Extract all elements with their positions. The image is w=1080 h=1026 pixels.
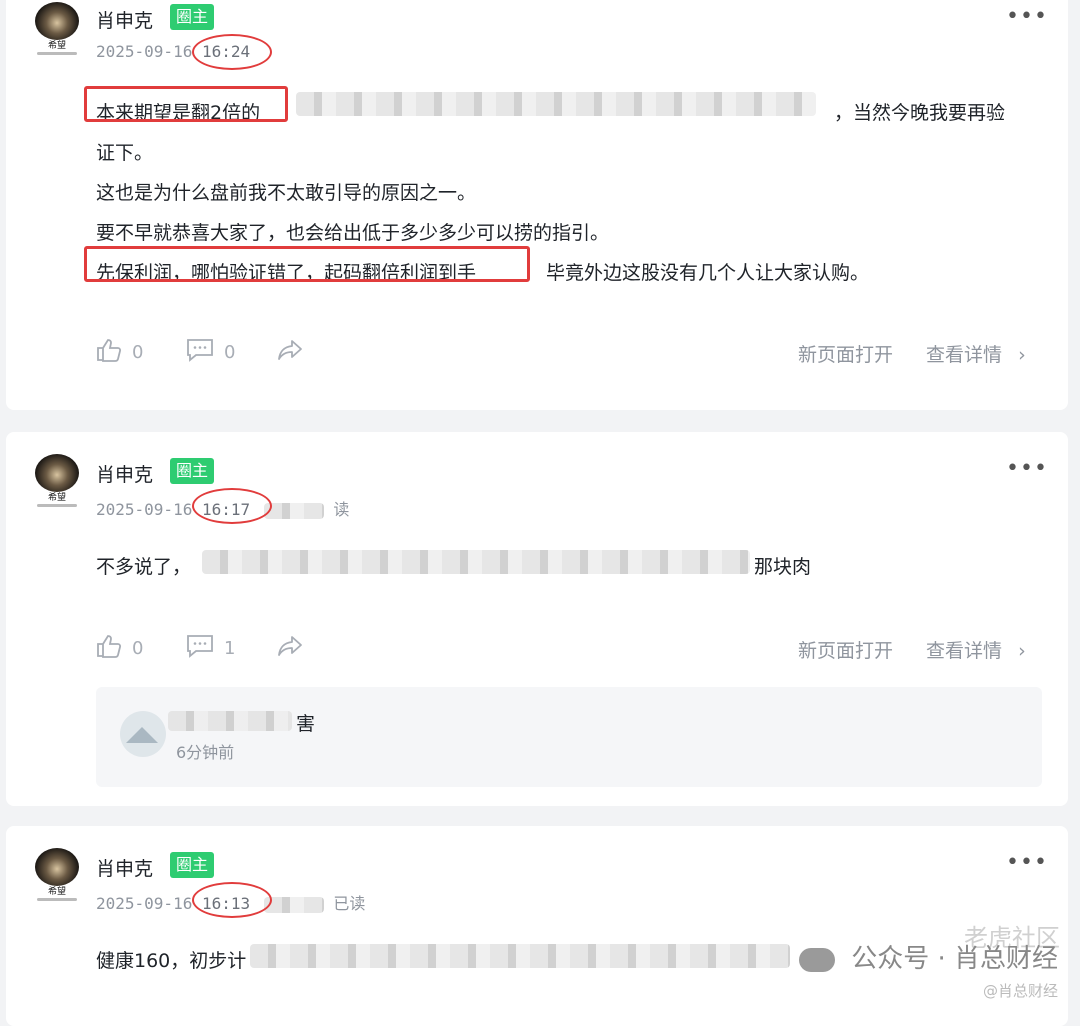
post-text-line: 要不早就恭喜大家了，也会给出低于多少多少可以捞的指引。 — [96, 222, 610, 244]
blurred-text — [168, 711, 292, 731]
more-options-button[interactable]: ••• — [1006, 458, 1047, 484]
avatar-caption: 希望 — [47, 493, 66, 503]
read-count: 已读 — [263, 894, 366, 913]
post-text-line: 这也是为什么盘前我不太敢引导的原因之一。 — [96, 182, 477, 204]
time-highlight-circle — [192, 34, 272, 70]
open-new-page-link[interactable]: 新页面打开 — [798, 636, 893, 663]
blurred-text — [296, 92, 816, 116]
post-date: 2025-09-16 — [96, 42, 193, 61]
avatar-caption: 希望 — [47, 887, 66, 897]
thumbs-up-icon — [96, 338, 122, 367]
comment-icon — [186, 338, 214, 367]
comment-time: 6分钟前 — [176, 743, 235, 762]
commenter-avatar — [120, 711, 166, 757]
comment-preview[interactable]: 害 6分钟前 — [96, 687, 1042, 787]
post-date: 2025-09-16 — [96, 894, 193, 913]
view-detail-link[interactable]: 查看详情 › — [926, 340, 1026, 367]
blurred-text — [263, 502, 324, 519]
author-name[interactable]: 肖申克 — [96, 6, 153, 33]
text-highlight-box — [84, 86, 288, 122]
comment-count: 1 — [224, 638, 236, 659]
avatar-subtext — [37, 504, 77, 507]
more-options-button[interactable]: ••• — [1006, 852, 1047, 878]
chevron-right-icon: › — [1018, 640, 1026, 662]
avatar[interactable]: 希望 — [32, 848, 82, 904]
like-button[interactable]: 0 — [96, 338, 143, 367]
view-detail-label: 查看详情 — [926, 640, 1003, 662]
wechat-account-watermark: 公众号 · 肖总财经 — [798, 938, 1058, 975]
like-button[interactable]: 0 — [96, 634, 143, 663]
chevron-right-icon: › — [1018, 344, 1026, 366]
avatar-image — [35, 2, 79, 40]
avatar-subtext — [37, 52, 77, 55]
like-count: 0 — [132, 638, 144, 659]
blurred-text — [202, 550, 750, 574]
author-handle-watermark: @肖总财经 — [982, 982, 1058, 1000]
share-icon — [276, 338, 304, 367]
more-options-button[interactable]: ••• — [1006, 6, 1047, 32]
comment-icon — [186, 634, 214, 663]
post-text-line: 毕竟外边这股没有几个人让大家认购。 — [546, 262, 870, 284]
text-highlight-box — [84, 246, 530, 282]
post-text-line: 证下。 — [96, 142, 154, 164]
blurred-text — [250, 944, 790, 968]
wechat-icon — [798, 947, 835, 972]
time-highlight-circle — [192, 488, 272, 524]
avatar-caption: 希望 — [47, 41, 66, 51]
comment-text: 害 — [296, 713, 316, 735]
comment-count: 0 — [224, 342, 236, 363]
avatar[interactable]: 希望 — [32, 2, 82, 58]
wechat-account-label: 公众号 · 肖总财经 — [851, 944, 1058, 974]
view-detail-label: 查看详情 — [926, 344, 1003, 366]
open-new-page-link[interactable]: 新页面打开 — [798, 340, 893, 367]
post-text-line: 健康160，初步计 — [96, 950, 247, 972]
time-highlight-circle — [192, 882, 272, 918]
owner-badge: 圈主 — [170, 852, 214, 878]
avatar-image — [35, 454, 79, 492]
share-button[interactable] — [276, 338, 304, 367]
post-text-line: ，当然今晚我要再验 — [834, 102, 1006, 124]
post-card: 希望 肖申克 圈主 2025-09-16 16:13 已读 ••• 健康160，… — [6, 826, 1068, 1026]
owner-badge: 圈主 — [170, 458, 214, 484]
avatar-subtext — [37, 898, 77, 901]
author-name[interactable]: 肖申克 — [96, 854, 153, 881]
post-card: 希望 肖申克 圈主 2025-09-16 16:17 读 ••• 不多说了， 那… — [6, 432, 1068, 806]
view-detail-link[interactable]: 查看详情 › — [926, 636, 1026, 663]
comment-button[interactable]: 0 — [186, 338, 235, 367]
share-icon — [276, 634, 304, 663]
read-label: 已读 — [333, 894, 366, 913]
avatar[interactable]: 希望 — [32, 454, 82, 510]
post-text-line: 那块肉 — [754, 556, 812, 578]
post-date: 2025-09-16 — [96, 500, 193, 519]
thumbs-up-icon — [96, 634, 122, 663]
owner-badge: 圈主 — [170, 4, 214, 30]
read-label: 读 — [333, 500, 350, 519]
read-count: 读 — [263, 500, 350, 519]
comment-button[interactable]: 1 — [186, 634, 235, 663]
like-count: 0 — [132, 342, 144, 363]
post-text-line: 不多说了， — [96, 556, 192, 578]
author-name[interactable]: 肖申克 — [96, 460, 153, 487]
avatar-image — [35, 848, 79, 886]
blurred-text — [263, 896, 324, 913]
post-card: 希望 肖申克 圈主 2025-09-16 16:24 ••• 本来期望是翻2倍的… — [6, 0, 1068, 410]
share-button[interactable] — [276, 634, 304, 663]
